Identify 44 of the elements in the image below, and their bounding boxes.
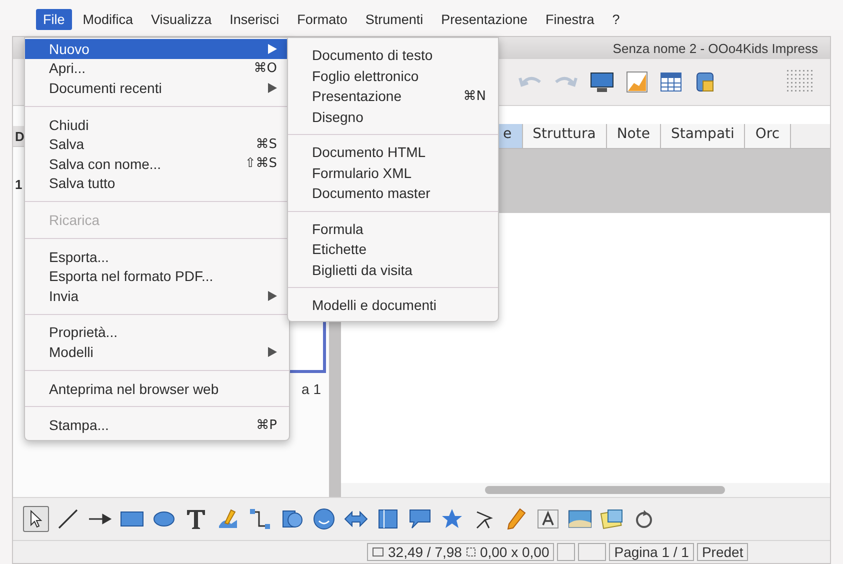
menu-item[interactable]: Anteprima nel browser web xyxy=(25,378,289,398)
menu-item[interactable]: Chiudi xyxy=(25,114,289,134)
menu-item[interactable]: Presentazione ⌘N xyxy=(288,86,498,106)
menu-item[interactable]: Foglio elettronico xyxy=(288,66,498,86)
menu-bar-item[interactable]: Modifica xyxy=(76,8,140,30)
menu-item[interactable]: Documenti recenti xyxy=(25,78,289,98)
menu-bar-item[interactable]: Finestra xyxy=(538,8,602,30)
menu-item[interactable]: Salva tutto xyxy=(25,174,289,194)
view-tab[interactable]: Orc xyxy=(745,124,791,148)
menu-item[interactable]: Etichette xyxy=(288,239,498,260)
menu-item[interactable]: Salva con nome... ⇧⌘S xyxy=(25,154,289,174)
view-tab[interactable]: Note xyxy=(606,124,661,148)
slide-caption: a 1 xyxy=(302,381,321,397)
menu-item[interactable]: Modelli xyxy=(25,342,289,362)
page-field: Pagina 1 / 1 xyxy=(609,543,694,561)
menu-bar-item[interactable]: Inserisci xyxy=(222,8,286,30)
menu-item[interactable]: Invia xyxy=(25,286,289,306)
menu-bar-item[interactable]: File xyxy=(36,8,72,30)
view-tab[interactable]: Struttura xyxy=(522,124,607,148)
menu-bar-item[interactable]: ? xyxy=(605,8,627,30)
menu-item[interactable]: Apri... ⌘O xyxy=(25,58,289,78)
menu-item[interactable]: Documento master xyxy=(288,183,498,204)
menu-bar-item[interactable]: Formato xyxy=(290,8,354,30)
layout-field: Predet xyxy=(696,543,748,561)
menu-item[interactable]: Stampa... ⌘P xyxy=(25,415,289,435)
slide-number: 1 xyxy=(15,177,22,194)
menu-item[interactable]: Esporta nel formato PDF... xyxy=(25,266,289,286)
menu-item[interactable]: Proprietà... xyxy=(25,322,289,342)
panel-title: D xyxy=(15,128,24,144)
menu-item[interactable]: Salva ⌘S xyxy=(25,134,289,154)
menu-item[interactable]: Biglietti da visita xyxy=(288,260,498,280)
position-size-field: 32,49 / 7,98 0,00 x 0,00 xyxy=(367,543,554,561)
menu-bar-item[interactable]: Presentazione xyxy=(434,8,534,30)
menu-item[interactable]: Formula xyxy=(288,218,498,239)
menu-item[interactable]: Nuovo xyxy=(25,39,289,59)
menu-item[interactable]: Modelli e documenti xyxy=(288,295,498,316)
menu-item[interactable]: Formulario XML xyxy=(288,162,498,183)
view-tab[interactable]: Stampati xyxy=(660,124,746,148)
menu-bar-item[interactable]: Visualizza xyxy=(144,8,219,30)
menu-item[interactable]: Esporta... xyxy=(25,246,289,266)
window-title: Senza nome 2 - OOo4Kids Impress xyxy=(612,40,818,56)
menu-item[interactable]: Documento di testo xyxy=(288,45,498,66)
menu-bar-item[interactable]: Strumenti xyxy=(358,8,430,30)
menu-item[interactable]: Disegno xyxy=(288,106,498,127)
